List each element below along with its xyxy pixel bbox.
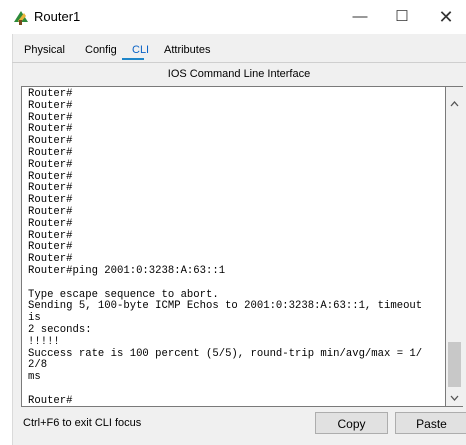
terminal-line: Router# (28, 241, 73, 254)
copy-button[interactable]: Copy (315, 412, 388, 434)
scrollbar-thumb[interactable] (448, 342, 461, 387)
terminal-line: Router# (28, 146, 73, 159)
terminal-line: ms (28, 371, 41, 384)
terminal-output: Router# Router# Router# Router# Router# Route… (28, 88, 429, 407)
terminal-line: Router# (28, 205, 73, 218)
terminal-line: Router# (28, 88, 73, 100)
tab-config[interactable]: Config (85, 44, 117, 56)
close-button[interactable]: ✕ (424, 0, 466, 34)
terminal-line: Sending 5, 100-byte ICMP Echos to 2001:0… (28, 300, 429, 325)
cli-terminal[interactable]: Router# Router# Router# Router# Router# Route… (21, 86, 446, 407)
paste-button[interactable]: Paste (395, 412, 466, 434)
focus-hint: Ctrl+F6 to exit CLI focus (23, 417, 142, 429)
tab-physical[interactable]: Physical (24, 44, 65, 56)
terminal-line: Router# (28, 123, 73, 136)
chevron-down-icon[interactable] (446, 391, 463, 405)
terminal-line: Router# (28, 99, 73, 112)
terminal-line: Router# (28, 217, 73, 230)
terminal-line: Success rate is 100 percent (5/5), round… (28, 347, 423, 372)
chevron-up-icon[interactable] (446, 97, 463, 111)
active-tab-indicator (122, 58, 144, 60)
terminal-line: Router# (28, 394, 73, 407)
terminal-line: Router# (28, 229, 73, 242)
terminal-line: !!!!! (28, 335, 60, 348)
router-icon (14, 11, 28, 25)
terminal-line: Router# (28, 135, 73, 148)
panel-title: IOS Command Line Interface (167, 68, 311, 80)
tab-divider (12, 62, 466, 63)
window-title: Router1 (34, 9, 81, 24)
terminal-line: Router# (28, 194, 73, 207)
terminal-line: Router# (28, 158, 73, 171)
terminal-line: Router# (28, 111, 73, 124)
title-bar: Router1 — ☐ ✕ (0, 0, 466, 34)
terminal-line: Router# (28, 170, 73, 183)
terminal-line: Router# (28, 182, 73, 195)
bottom-bar: Ctrl+F6 to exit CLI focus Copy Paste (12, 410, 466, 438)
maximize-button[interactable]: ☐ (380, 0, 424, 34)
tab-cli[interactable]: CLI (132, 44, 149, 56)
tab-attributes[interactable]: Attributes (164, 44, 210, 56)
terminal-line: 2 seconds: (28, 323, 92, 336)
terminal-line: Router#ping 2001:0:3238:A:63::1 (28, 264, 226, 277)
minimize-button[interactable]: — (338, 0, 382, 34)
terminal-scrollbar[interactable] (446, 86, 463, 407)
